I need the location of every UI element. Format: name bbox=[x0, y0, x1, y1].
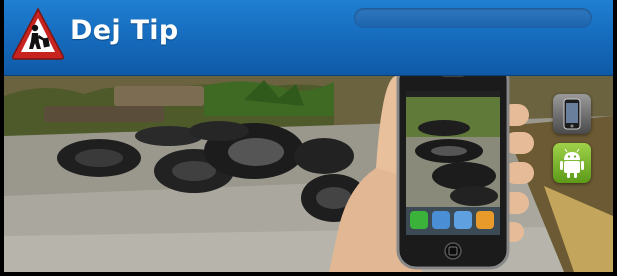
header-search-field[interactable] bbox=[354, 8, 592, 28]
iphone-platform-button[interactable] bbox=[553, 94, 591, 134]
header-bar: Dej Tip bbox=[4, 0, 613, 76]
app-title: Dej Tip bbox=[70, 15, 179, 46]
app-frame: Dej Tip bbox=[0, 0, 617, 276]
android-platform-button[interactable] bbox=[553, 143, 591, 183]
warning-triangle-icon bbox=[12, 7, 64, 60]
android-robot-icon bbox=[560, 148, 584, 178]
iphone-icon bbox=[563, 98, 581, 130]
illegal-dump-photo bbox=[4, 76, 613, 272]
hero-photo bbox=[4, 76, 613, 272]
